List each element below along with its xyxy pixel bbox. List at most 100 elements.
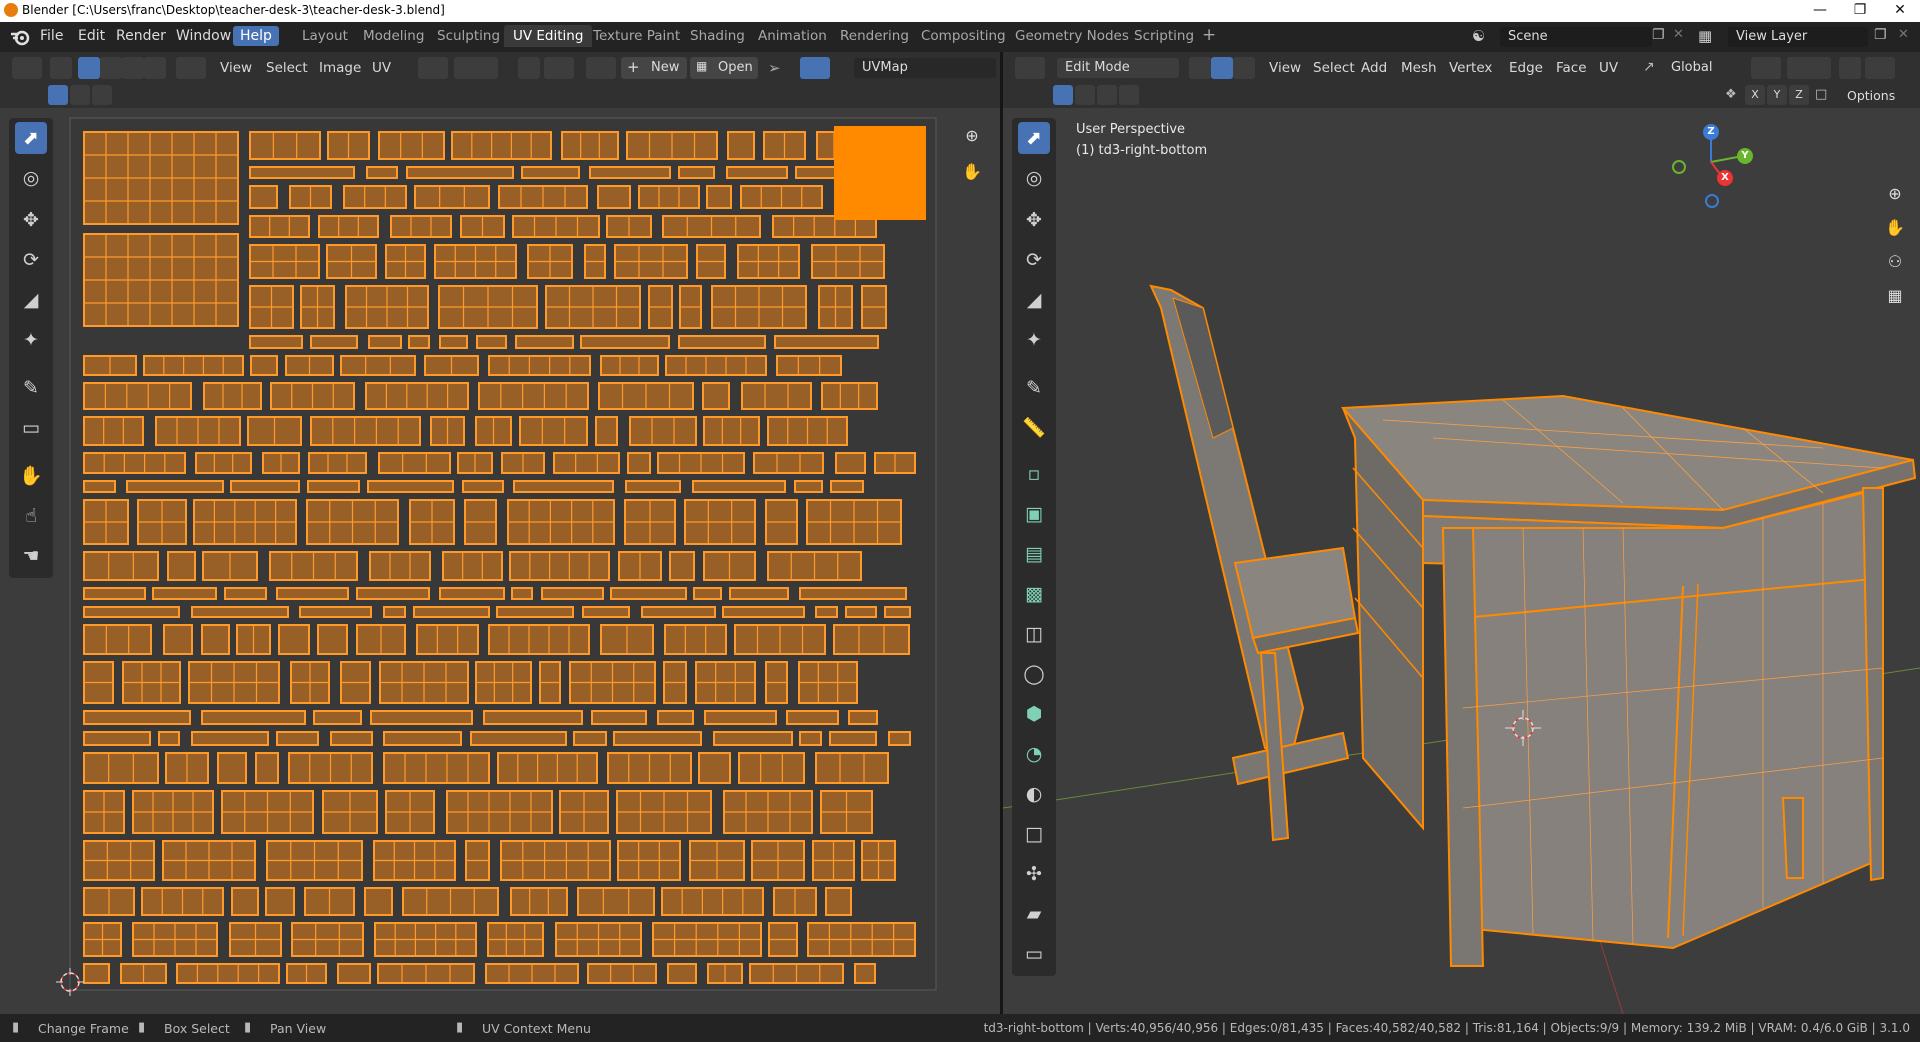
edge-select-icon[interactable] xyxy=(100,57,122,79)
viewport-falloff-icon[interactable] xyxy=(1865,57,1895,79)
uv-rip-tool[interactable]: ▭ xyxy=(15,412,47,444)
vp-move-tool[interactable]: ✥ xyxy=(1018,204,1050,236)
select-box-subtract-icon[interactable] xyxy=(92,85,112,105)
falloff-icon[interactable] xyxy=(544,57,574,79)
vertex-select-icon[interactable] xyxy=(78,57,100,79)
edge-slide-tool[interactable]: □ xyxy=(1018,818,1050,850)
edge-mode-icon[interactable] xyxy=(1211,57,1233,79)
add-cube-tool[interactable]: ▫ xyxy=(1018,458,1050,490)
vp-menu-vertex[interactable]: Vertex xyxy=(1449,60,1492,76)
uv-menu-image[interactable]: Image xyxy=(319,60,361,76)
vp-menu-add[interactable]: Add xyxy=(1361,60,1387,76)
tab-shading[interactable]: Shading xyxy=(690,28,745,44)
menu-help[interactable]: Help xyxy=(233,26,279,46)
gizmo-neg-z[interactable] xyxy=(1705,194,1719,208)
face-mode-icon[interactable] xyxy=(1233,57,1255,79)
menu-window[interactable]: Window xyxy=(176,28,231,44)
uv-move-tool[interactable]: ✥ xyxy=(15,204,47,236)
menu-render[interactable]: Render xyxy=(116,28,166,44)
uv-menu-uv[interactable]: UV xyxy=(372,60,391,76)
menu-edit[interactable]: Edit xyxy=(78,28,105,44)
snap-icon[interactable] xyxy=(454,57,498,79)
maximize-button[interactable]: ❐ xyxy=(1840,0,1880,22)
tab-layout[interactable]: Layout xyxy=(302,28,348,44)
tab-compositing[interactable]: Compositing xyxy=(921,28,1006,44)
uv-canvas[interactable] xyxy=(0,108,1000,1014)
minimize-button[interactable]: — xyxy=(1800,0,1840,22)
viewport-proportional-icon[interactable] xyxy=(1839,57,1861,79)
inset-tool[interactable]: ▤ xyxy=(1018,538,1050,570)
vp-zoom-icon[interactable]: ⊕ xyxy=(1881,180,1909,208)
sync-selection-icon[interactable] xyxy=(50,57,72,79)
vp-select-extend-icon[interactable] xyxy=(1075,85,1095,105)
editor-type-icon[interactable] xyxy=(12,57,42,79)
vp-pan-hand-icon[interactable]: ✋ xyxy=(1881,214,1909,242)
shrink-fatten-tool[interactable]: ✣ xyxy=(1018,858,1050,890)
overlays-icon[interactable] xyxy=(800,57,830,79)
tab-sculpting[interactable]: Sculpting xyxy=(437,28,500,44)
orientation-selector[interactable]: Global xyxy=(1663,58,1743,78)
pivot-icon[interactable] xyxy=(418,57,448,79)
view-layer-selector[interactable]: View Layer xyxy=(1728,27,1868,47)
scene-new-icon[interactable]: ❐ xyxy=(1652,27,1665,43)
vp-menu-view[interactable]: View xyxy=(1269,60,1301,76)
uv-zoom-icon[interactable]: ⊕ xyxy=(958,122,986,150)
island-select-icon[interactable] xyxy=(144,57,166,79)
uv-menu-view[interactable]: View xyxy=(220,60,252,76)
open-image-button[interactable]: ▦ Open xyxy=(690,57,758,79)
uv-rotate-tool[interactable]: ⟳ xyxy=(15,244,47,276)
mirror-z-toggle[interactable]: Z xyxy=(1789,85,1809,105)
mirror-x-toggle[interactable]: X xyxy=(1745,85,1765,105)
mode-selector[interactable]: Edit Mode xyxy=(1057,58,1179,78)
select-box-extend-icon[interactable] xyxy=(70,85,90,105)
vp-menu-uv[interactable]: UV xyxy=(1599,60,1618,76)
gizmo-y-axis[interactable]: Y xyxy=(1737,148,1753,164)
vp-annotate-tool[interactable]: ✎ xyxy=(1018,372,1050,404)
uv-2d-cursor-icon[interactable] xyxy=(56,968,84,996)
vp-scale-tool[interactable]: ◢ xyxy=(1018,284,1050,316)
viewport-snap-icon[interactable] xyxy=(1787,57,1831,79)
tab-animation[interactable]: Animation xyxy=(758,28,827,44)
camera-view-icon[interactable]: ⚇ xyxy=(1881,248,1909,276)
vp-select-invert-icon[interactable] xyxy=(1119,85,1139,105)
viewport-editor-type-icon[interactable] xyxy=(1015,57,1045,79)
gizmo-z-axis[interactable]: Z xyxy=(1703,124,1719,140)
sticky-select-icon[interactable] xyxy=(176,57,206,79)
3d-viewport[interactable]: User Perspective (1) td3-right-bottom Z … xyxy=(1003,108,1920,1014)
vp-menu-mesh[interactable]: Mesh xyxy=(1401,60,1437,76)
scene-remove-icon[interactable]: ✕ xyxy=(1673,27,1684,42)
vp-cursor-tool[interactable]: ◎ xyxy=(1018,162,1050,194)
tab-uv-editing[interactable]: UV Editing xyxy=(504,25,593,47)
image-browse-icon[interactable] xyxy=(586,57,616,79)
gizmo-neg-y[interactable] xyxy=(1672,160,1686,174)
tab-geometry-nodes[interactable]: Geometry Nodes xyxy=(1015,28,1129,44)
select-box-new-icon[interactable] xyxy=(48,85,68,105)
tab-rendering[interactable]: Rendering xyxy=(840,28,909,44)
extrude-tool[interactable]: ▣ xyxy=(1018,498,1050,530)
close-button[interactable]: ✕ xyxy=(1880,0,1920,22)
gizmo-x-axis[interactable]: X xyxy=(1717,170,1733,186)
vp-menu-face[interactable]: Face xyxy=(1556,60,1587,76)
scene-canvas[interactable] xyxy=(1003,108,1920,1014)
uv-cursor-tool[interactable]: ◎ xyxy=(15,162,47,194)
rip-region-tool[interactable]: ▭ xyxy=(1018,938,1050,970)
vertex-mode-icon[interactable] xyxy=(1189,57,1211,79)
uv-annotate-tool[interactable]: ✎ xyxy=(15,372,47,404)
bevel-tool[interactable]: ▩ xyxy=(1018,578,1050,610)
uv-menu-select[interactable]: Select xyxy=(266,60,308,76)
auto-merge-icon[interactable]: □ xyxy=(1815,87,1827,102)
view-layer-new-icon[interactable]: ❐ xyxy=(1874,27,1887,43)
vp-select-new-icon[interactable] xyxy=(1053,85,1073,105)
navigation-gizmo[interactable]: Z Y X xyxy=(1655,114,1765,224)
poly-build-tool[interactable]: ⬢ xyxy=(1018,698,1050,730)
loop-cut-tool[interactable]: ◫ xyxy=(1018,618,1050,650)
view-layer-remove-icon[interactable]: ✕ xyxy=(1898,27,1909,42)
scene-selector[interactable]: Scene xyxy=(1500,27,1652,47)
knife-tool[interactable]: ◯ xyxy=(1018,658,1050,690)
vp-select-subtract-icon[interactable] xyxy=(1097,85,1117,105)
mirror-y-toggle[interactable]: Y xyxy=(1767,85,1787,105)
uv-pan-hand-icon[interactable]: ✋ xyxy=(958,158,986,186)
pivot-point-icon[interactable] xyxy=(1751,57,1781,79)
perspective-toggle-icon[interactable]: ▦ xyxy=(1881,282,1909,310)
view-layer-icon[interactable]: ▦ xyxy=(1698,27,1712,45)
